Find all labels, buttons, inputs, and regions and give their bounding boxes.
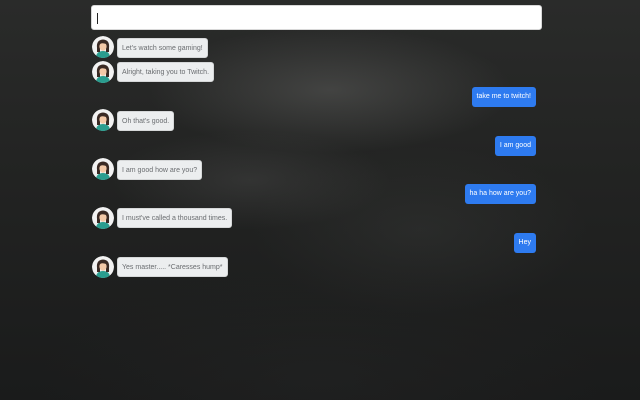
search-input[interactable] (92, 6, 541, 29)
assistant-avatar-icon (92, 61, 114, 83)
user-message: Hey (513, 233, 536, 253)
assistant-avatar-icon (92, 36, 114, 58)
bot-message: I am good how are you? (117, 160, 203, 180)
user-message: take me to twitch! (471, 87, 536, 107)
assistant-avatar-icon (92, 256, 114, 278)
text-cursor (97, 13, 98, 24)
bot-message: Alright, taking you to Twitch. (117, 62, 215, 82)
assistant-avatar-icon (92, 207, 114, 229)
background (0, 0, 640, 400)
bot-message: Let's watch some gaming! (117, 38, 208, 58)
search-bar[interactable] (91, 5, 542, 30)
user-message: ha ha how are you? (464, 184, 536, 204)
bot-message: Yes master..... *Caresses hump* (117, 257, 228, 277)
assistant-avatar-icon (92, 158, 114, 180)
assistant-avatar-icon (92, 109, 114, 131)
bot-message: I must've called a thousand times. (117, 208, 233, 228)
bot-message: Oh that's good. (117, 111, 175, 131)
user-message: I am good (494, 136, 536, 156)
